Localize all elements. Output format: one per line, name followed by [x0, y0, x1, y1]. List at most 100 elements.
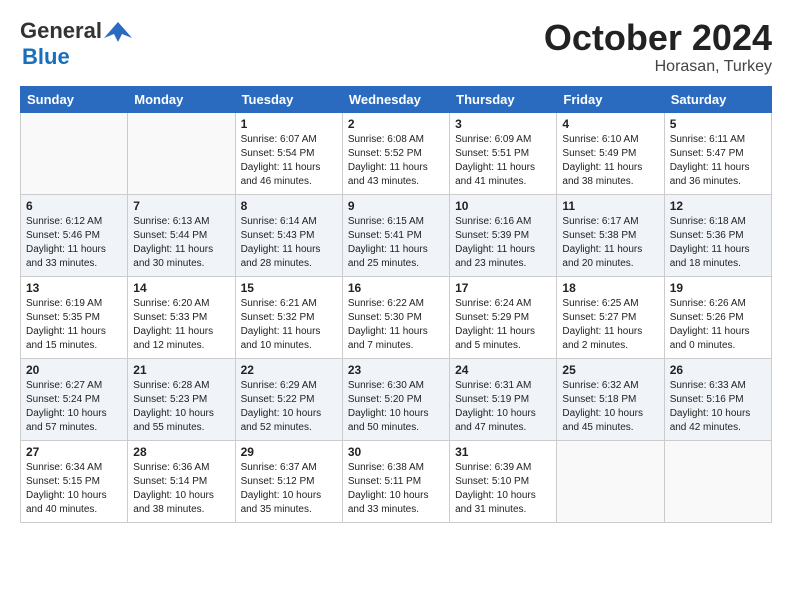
- cell-info: Sunrise: 6:27 AM Sunset: 5:24 PM Dayligh…: [26, 379, 122, 435]
- day-number: 6: [26, 199, 122, 213]
- day-number: 21: [133, 363, 229, 377]
- logo-general: General: [20, 18, 102, 44]
- month-title: October 2024: [544, 18, 772, 58]
- week-row: 13Sunrise: 6:19 AM Sunset: 5:35 PM Dayli…: [21, 276, 772, 358]
- calendar-cell: 25Sunrise: 6:32 AM Sunset: 5:18 PM Dayli…: [557, 358, 664, 440]
- calendar-cell: 2Sunrise: 6:08 AM Sunset: 5:52 PM Daylig…: [342, 112, 449, 194]
- calendar-cell: 31 Sunrise: 6:39 AM Sunset: 5:10 PM Dayli…: [450, 440, 557, 522]
- day-header-thursday: Thursday: [450, 86, 557, 112]
- day-number: 27: [26, 445, 122, 459]
- cell-info: Sunrise: 6:14 AM Sunset: 5:43 PM Dayligh…: [241, 215, 337, 271]
- cell-info: Sunrise: 6:37 AM Sunset: 5:12 PM Dayligh…: [241, 461, 337, 517]
- cell-info: Sunrise: 6:34 AM Sunset: 5:15 PM Dayligh…: [26, 461, 122, 517]
- logo-text: General: [20, 18, 132, 44]
- day-number: 28: [133, 445, 229, 459]
- calendar-cell: 12Sunrise: 6:18 AM Sunset: 5:36 PM Dayli…: [664, 194, 771, 276]
- calendar-cell: 19 Sunrise: 6:26 AM Sunset: 5:26 PM Dayli…: [664, 276, 771, 358]
- calendar-cell: [557, 440, 664, 522]
- calendar-cell: 14 Sunrise: 6:20 AM Sunset: 5:33 PM Dayli…: [128, 276, 235, 358]
- calendar-cell: 18 Sunrise: 6:25 AM Sunset: 5:27 PM Dayli…: [557, 276, 664, 358]
- day-number: 7: [133, 199, 229, 213]
- calendar-cell: 28Sunrise: 6:36 AM Sunset: 5:14 PM Dayli…: [128, 440, 235, 522]
- calendar-cell: 1 Sunrise: 6:07 AM Sunset: 5:54 PM Daylig…: [235, 112, 342, 194]
- calendar-cell: 10 Sunrise: 6:16 AM Sunset: 5:39 PM Dayli…: [450, 194, 557, 276]
- week-row: 27 Sunrise: 6:34 AM Sunset: 5:15 PM Dayli…: [21, 440, 772, 522]
- cell-info: Sunrise: 6:20 AM Sunset: 5:33 PM Dayligh…: [133, 297, 229, 353]
- cell-info: Sunrise: 6:10 AM Sunset: 5:49 PM Dayligh…: [562, 133, 658, 189]
- cell-info: Sunrise: 6:08 AM Sunset: 5:52 PM Dayligh…: [348, 133, 444, 189]
- calendar-cell: 5 Sunrise: 6:11 AM Sunset: 5:47 PM Daylig…: [664, 112, 771, 194]
- day-number: 14: [133, 281, 229, 295]
- day-number: 5: [670, 117, 766, 131]
- cell-info: Sunrise: 6:11 AM Sunset: 5:47 PM Dayligh…: [670, 133, 766, 189]
- calendar-cell: 29 Sunrise: 6:37 AM Sunset: 5:12 PM Dayli…: [235, 440, 342, 522]
- calendar-cell: 15 Sunrise: 6:21 AM Sunset: 5:32 PM Dayli…: [235, 276, 342, 358]
- calendar-cell: [664, 440, 771, 522]
- cell-info: Sunrise: 6:24 AM Sunset: 5:29 PM Dayligh…: [455, 297, 551, 353]
- day-number: 11: [562, 199, 658, 213]
- day-number: 20: [26, 363, 122, 377]
- calendar-cell: 13Sunrise: 6:19 AM Sunset: 5:35 PM Dayli…: [21, 276, 128, 358]
- calendar-cell: 9 Sunrise: 6:15 AM Sunset: 5:41 PM Daylig…: [342, 194, 449, 276]
- calendar-cell: 20 Sunrise: 6:27 AM Sunset: 5:24 PM Dayli…: [21, 358, 128, 440]
- day-number: 1: [241, 117, 337, 131]
- cell-info: Sunrise: 6:15 AM Sunset: 5:41 PM Dayligh…: [348, 215, 444, 271]
- calendar-cell: 11Sunrise: 6:17 AM Sunset: 5:38 PM Dayli…: [557, 194, 664, 276]
- calendar-cell: 4Sunrise: 6:10 AM Sunset: 5:49 PM Daylig…: [557, 112, 664, 194]
- cell-info: Sunrise: 6:21 AM Sunset: 5:32 PM Dayligh…: [241, 297, 337, 353]
- week-row: 20 Sunrise: 6:27 AM Sunset: 5:24 PM Dayli…: [21, 358, 772, 440]
- calendar-cell: 7 Sunrise: 6:13 AM Sunset: 5:44 PM Daylig…: [128, 194, 235, 276]
- day-number: 9: [348, 199, 444, 213]
- day-number: 10: [455, 199, 551, 213]
- day-header-wednesday: Wednesday: [342, 86, 449, 112]
- cell-info: Sunrise: 6:39 AM Sunset: 5:10 PM Dayligh…: [455, 461, 551, 517]
- day-number: 8: [241, 199, 337, 213]
- day-number: 17: [455, 281, 551, 295]
- calendar: SundayMondayTuesdayWednesdayThursdayFrid…: [20, 86, 772, 523]
- calendar-cell: 17 Sunrise: 6:24 AM Sunset: 5:29 PM Dayli…: [450, 276, 557, 358]
- cell-info: Sunrise: 6:18 AM Sunset: 5:36 PM Dayligh…: [670, 215, 766, 271]
- day-number: 19: [670, 281, 766, 295]
- calendar-cell: 22Sunrise: 6:29 AM Sunset: 5:22 PM Dayli…: [235, 358, 342, 440]
- day-number: 3: [455, 117, 551, 131]
- calendar-cell: 26 Sunrise: 6:33 AM Sunset: 5:16 PM Dayli…: [664, 358, 771, 440]
- cell-info: Sunrise: 6:31 AM Sunset: 5:19 PM Dayligh…: [455, 379, 551, 435]
- week-row: 1 Sunrise: 6:07 AM Sunset: 5:54 PM Daylig…: [21, 112, 772, 194]
- day-number: 13: [26, 281, 122, 295]
- cell-info: Sunrise: 6:25 AM Sunset: 5:27 PM Dayligh…: [562, 297, 658, 353]
- day-number: 31: [455, 445, 551, 459]
- header: General Blue October 2024 Horasan, Turke…: [20, 18, 772, 76]
- day-number: 15: [241, 281, 337, 295]
- cell-info: Sunrise: 6:13 AM Sunset: 5:44 PM Dayligh…: [133, 215, 229, 271]
- cell-info: Sunrise: 6:29 AM Sunset: 5:22 PM Dayligh…: [241, 379, 337, 435]
- day-number: 25: [562, 363, 658, 377]
- calendar-cell: 24Sunrise: 6:31 AM Sunset: 5:19 PM Dayli…: [450, 358, 557, 440]
- day-header-saturday: Saturday: [664, 86, 771, 112]
- calendar-cell: 3Sunrise: 6:09 AM Sunset: 5:51 PM Daylig…: [450, 112, 557, 194]
- cell-info: Sunrise: 6:07 AM Sunset: 5:54 PM Dayligh…: [241, 133, 337, 189]
- cell-info: Sunrise: 6:30 AM Sunset: 5:20 PM Dayligh…: [348, 379, 444, 435]
- subtitle: Horasan, Turkey: [544, 58, 772, 76]
- calendar-cell: 6Sunrise: 6:12 AM Sunset: 5:46 PM Daylig…: [21, 194, 128, 276]
- cell-info: Sunrise: 6:26 AM Sunset: 5:26 PM Dayligh…: [670, 297, 766, 353]
- header-row: SundayMondayTuesdayWednesdayThursdayFrid…: [21, 86, 772, 112]
- calendar-cell: 21 Sunrise: 6:28 AM Sunset: 5:23 PM Dayli…: [128, 358, 235, 440]
- cell-info: Sunrise: 6:33 AM Sunset: 5:16 PM Dayligh…: [670, 379, 766, 435]
- cell-info: Sunrise: 6:16 AM Sunset: 5:39 PM Dayligh…: [455, 215, 551, 271]
- logo: General Blue: [20, 18, 132, 70]
- cell-info: Sunrise: 6:38 AM Sunset: 5:11 PM Dayligh…: [348, 461, 444, 517]
- day-number: 26: [670, 363, 766, 377]
- day-number: 18: [562, 281, 658, 295]
- day-header-tuesday: Tuesday: [235, 86, 342, 112]
- calendar-cell: 27 Sunrise: 6:34 AM Sunset: 5:15 PM Dayli…: [21, 440, 128, 522]
- calendar-cell: [21, 112, 128, 194]
- week-row: 6Sunrise: 6:12 AM Sunset: 5:46 PM Daylig…: [21, 194, 772, 276]
- day-number: 16: [348, 281, 444, 295]
- title-block: October 2024 Horasan, Turkey: [544, 18, 772, 76]
- cell-info: Sunrise: 6:28 AM Sunset: 5:23 PM Dayligh…: [133, 379, 229, 435]
- day-header-friday: Friday: [557, 86, 664, 112]
- calendar-cell: [128, 112, 235, 194]
- calendar-body: 1 Sunrise: 6:07 AM Sunset: 5:54 PM Daylig…: [21, 112, 772, 522]
- day-number: 29: [241, 445, 337, 459]
- calendar-cell: 8 Sunrise: 6:14 AM Sunset: 5:43 PM Daylig…: [235, 194, 342, 276]
